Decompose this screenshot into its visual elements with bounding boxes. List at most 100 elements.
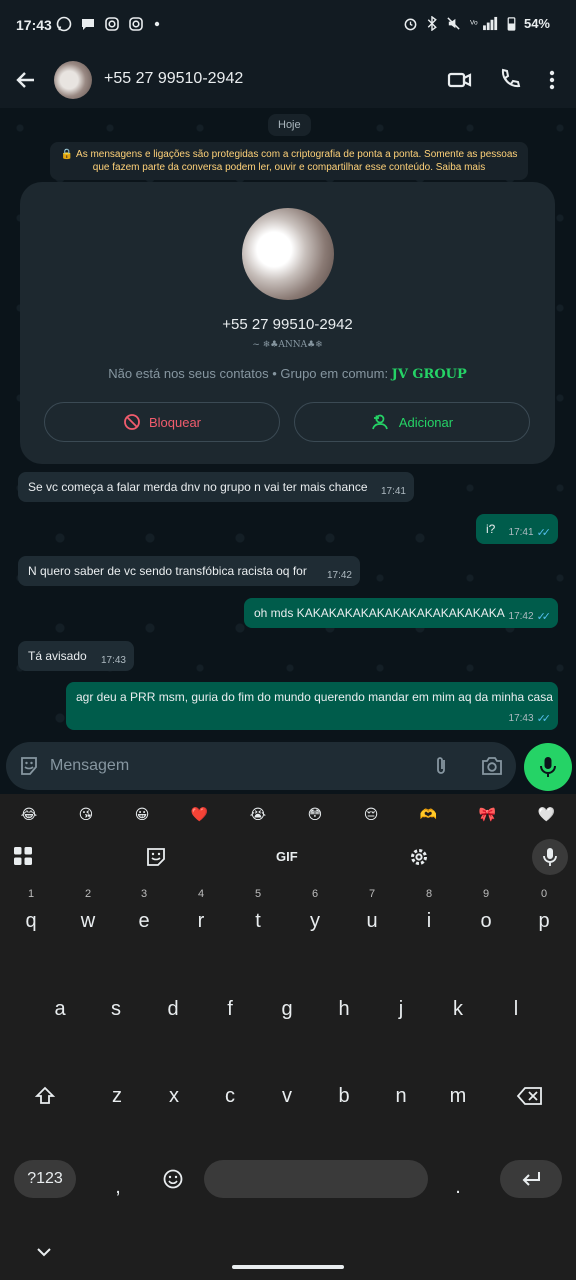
emoji-suggestion[interactable]: 😂 [21,806,37,823]
message-time: 17:41 [508,527,534,538]
chat-header: +55 27 99510-2942 [0,52,576,108]
message-time: 17:41 [380,486,406,497]
key-v[interactable]: v [259,1085,315,1108]
emoji-suggestion[interactable]: 😳 [308,806,323,823]
encryption-notice[interactable]: 🔒 As mensagens e ligações são protegidas … [50,142,528,180]
contact-avatar[interactable] [54,61,92,99]
common-group-name[interactable]: JV GROUP [392,367,467,382]
key-z[interactable]: z [89,1085,145,1108]
message-incoming[interactable]: Tá avisado 17:43 [18,641,134,671]
emoji-suggestion[interactable]: 🫶 [420,806,437,823]
shift-icon[interactable] [34,1085,56,1107]
emoji-suggestion[interactable]: 🎀 [479,806,496,823]
key-a[interactable]: a [32,998,88,1021]
signal-icon: Vo [470,16,498,31]
key-m[interactable]: m [430,1085,486,1108]
key-x[interactable]: x [146,1085,202,1108]
key-n[interactable]: n [373,1085,429,1108]
attach-icon[interactable] [430,755,452,777]
emoji-key-icon[interactable] [162,1168,184,1190]
voice-typing-button[interactable] [532,839,568,875]
sticker-keyboard-icon[interactable] [145,846,167,868]
key-w[interactable]: 2w [60,880,116,940]
key-u[interactable]: 7u [344,880,400,940]
emoji-suggestion[interactable]: 😘 [79,806,94,823]
message-outgoing[interactable]: i? 17:41 ✓✓ [476,514,558,544]
block-button[interactable]: Bloquear [44,402,280,442]
message-outgoing[interactable]: oh mds KAKAKAKAKAKAKAKAKAKAKAKAKA 17:42 ✓… [244,598,558,628]
settings-gear-icon[interactable] [408,846,430,868]
hide-keyboard-chevron-icon[interactable] [36,1246,52,1258]
enter-key[interactable] [500,1160,562,1198]
key-k[interactable]: k [430,998,486,1021]
lock-icon: 🔒 [60,149,74,160]
key-o[interactable]: 9o [458,880,514,940]
add-contact-button[interactable]: Adicionar [294,402,530,442]
key-r[interactable]: 4r [173,880,229,940]
encryption-text: As mensagens e ligações são protegidas c… [76,149,518,173]
voice-call-icon[interactable] [496,66,524,94]
key-f[interactable]: f [202,998,258,1021]
key-label: r [197,910,205,932]
key-s[interactable]: s [88,998,144,1021]
key-y[interactable]: 6y [287,880,343,940]
emoji-suggestion[interactable]: 🤍 [538,806,555,823]
profile-avatar[interactable] [242,208,334,300]
key-p[interactable]: 0p [516,880,572,940]
symbols-key[interactable]: ?123 [14,1160,76,1198]
key-b[interactable]: b [316,1085,372,1108]
sticker-icon[interactable] [18,755,40,777]
key-l[interactable]: l [488,998,544,1021]
emoji-suggestion[interactable]: 😔 [364,806,379,823]
keyboard: ?123 , . 1q2w3e4r5t6y7u8i9o0p asdfghjkl zx… [0,880,576,1280]
period-key[interactable]: . [430,1176,486,1199]
key-c[interactable]: c [202,1085,258,1108]
gif-button[interactable]: GIF [276,849,298,864]
comma-key[interactable]: , [90,1176,146,1199]
key-h[interactable]: h [316,998,372,1021]
apps-grid-icon[interactable] [13,846,33,866]
voice-message-button[interactable] [524,743,572,791]
key-e[interactable]: 3e [116,880,172,940]
key-t[interactable]: 5t [230,880,286,940]
space-bar[interactable] [204,1160,428,1198]
contact-name[interactable]: +55 27 99510-2942 [104,70,243,88]
profile-info-text: Não está nos seus contatos • Grupo em co… [108,366,392,381]
key-i[interactable]: 8i [401,880,457,940]
message-placeholder: Mensagem [50,757,130,774]
message-input[interactable]: Mensagem [6,742,516,790]
message-incoming[interactable]: N quero saber de vc sendo transfóbica ra… [18,556,360,586]
emoji-suggestion[interactable]: ❤️ [191,806,208,823]
read-ticks-icon: ✓✓ [536,713,552,725]
chat-area[interactable]: Hoje 🔒 As mensagens e ligações são proteg… [0,108,576,738]
more-options-icon[interactable] [540,66,564,94]
more-notifications-dot-icon [154,21,160,27]
message-time: 17:42 [326,570,352,581]
video-call-icon[interactable] [446,66,474,94]
key-q[interactable]: 1q [3,880,59,940]
instagram-notification-icon-2 [129,17,143,31]
key-number-hint: 3 [140,888,148,900]
key-d[interactable]: d [145,998,201,1021]
back-arrow-icon[interactable] [10,64,42,96]
add-label: Adicionar [398,414,454,430]
message-text: i? [486,522,496,536]
message-text: agr deu a PRR msm, guria do fim do mundo… [76,690,553,704]
battery-icon [507,17,516,31]
emoji-suggestion[interactable]: 😭 [250,806,266,823]
contact-profile-card: +55 27 99510-2942 ~ ❄♣ANNA♣❄ Não está no… [20,182,555,464]
key-g[interactable]: g [259,998,315,1021]
key-label: q [25,910,37,932]
key-j[interactable]: j [373,998,429,1021]
profile-about: ~ ❄♣ANNA♣❄ [252,340,323,350]
block-icon [124,414,140,430]
gesture-nav-handle[interactable] [232,1265,344,1269]
key-number-hint: 6 [311,888,319,900]
backspace-icon[interactable] [516,1085,544,1107]
read-ticks-icon: ✓✓ [536,527,552,539]
message-incoming[interactable]: Se vc começa a falar merda dnv no grupo … [18,472,414,502]
emoji-suggestion[interactable]: 😀 [135,806,150,823]
camera-icon[interactable] [480,755,504,777]
message-outgoing[interactable]: agr deu a PRR msm, guria do fim do mundo… [66,682,558,730]
key-label: t [255,910,261,932]
